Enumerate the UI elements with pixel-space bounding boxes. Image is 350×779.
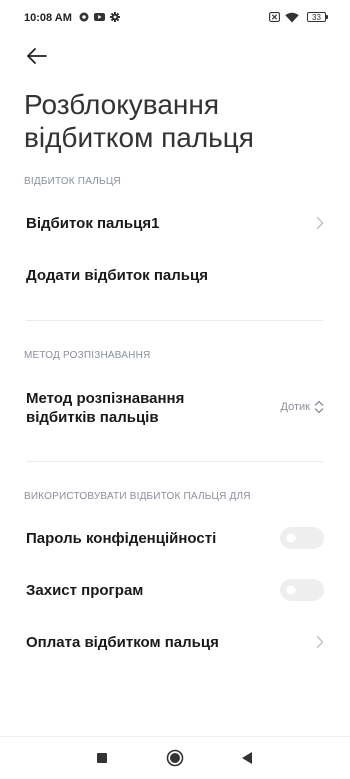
- fingerprint-payment-item[interactable]: Оплата відбитком пальця: [0, 617, 350, 669]
- gear-icon: [110, 12, 120, 25]
- section-header-fingerprint: ВІДБИТОК ПАЛЬЦЯ: [24, 176, 121, 187]
- app-lock-label: Захист програм: [26, 582, 144, 599]
- wifi-icon: [285, 12, 299, 26]
- fingerprint-item-1-label: Відбиток пальця1: [26, 215, 160, 232]
- add-fingerprint-item[interactable]: Додати відбиток пальця: [0, 250, 350, 302]
- at-sign-icon: [79, 12, 89, 25]
- app-lock-toggle[interactable]: [280, 579, 324, 601]
- battery-indicator: 33: [307, 12, 328, 22]
- back-button[interactable]: [22, 42, 52, 70]
- chevron-up-down-icon: [314, 399, 324, 420]
- recognition-method-label: Метод розпізнавання відбитків пальців: [26, 390, 185, 426]
- add-fingerprint-label: Додати відбиток пальця: [26, 267, 208, 284]
- chevron-right-icon: [316, 216, 324, 235]
- privacy-password-toggle[interactable]: [280, 527, 324, 549]
- recents-square-icon[interactable]: [90, 747, 114, 769]
- fingerprint-payment-label: Оплата відбитком пальця: [26, 634, 219, 651]
- navigation-bar: [0, 736, 350, 779]
- divider: [26, 461, 324, 462]
- status-time: 10:08 AM: [24, 12, 72, 24]
- page-title: Розблокування відбитком пальця: [24, 89, 254, 153]
- app-lock-item[interactable]: Захист програм: [0, 565, 350, 617]
- back-triangle-icon[interactable]: [235, 747, 259, 769]
- sim-none-icon: [269, 12, 280, 25]
- toggle-knob: [286, 533, 296, 543]
- recognition-method-item[interactable]: Метод розпізнавання відбитків пальців До…: [0, 378, 350, 438]
- home-circle-icon[interactable]: [163, 747, 187, 769]
- chevron-right-icon: [316, 635, 324, 654]
- youtube-icon: [94, 12, 105, 25]
- toggle-knob: [286, 585, 296, 595]
- section-header-usage: ВИКОРИСТОВУВАТИ ВІДБИТОК ПАЛЬЦЯ ДЛЯ: [24, 491, 251, 502]
- section-header-recognition: МЕТОД РОЗПІЗНАВАННЯ: [24, 350, 151, 361]
- status-bar: 10:08 AM 33: [0, 0, 350, 36]
- divider: [26, 320, 324, 321]
- fingerprint-item-1[interactable]: Відбиток пальця1: [0, 198, 350, 250]
- privacy-password-label: Пароль конфіденційності: [26, 530, 217, 547]
- recognition-method-value: Дотик: [280, 401, 310, 413]
- arrow-left-icon: [22, 48, 52, 74]
- privacy-password-item[interactable]: Пароль конфіденційності: [0, 513, 350, 565]
